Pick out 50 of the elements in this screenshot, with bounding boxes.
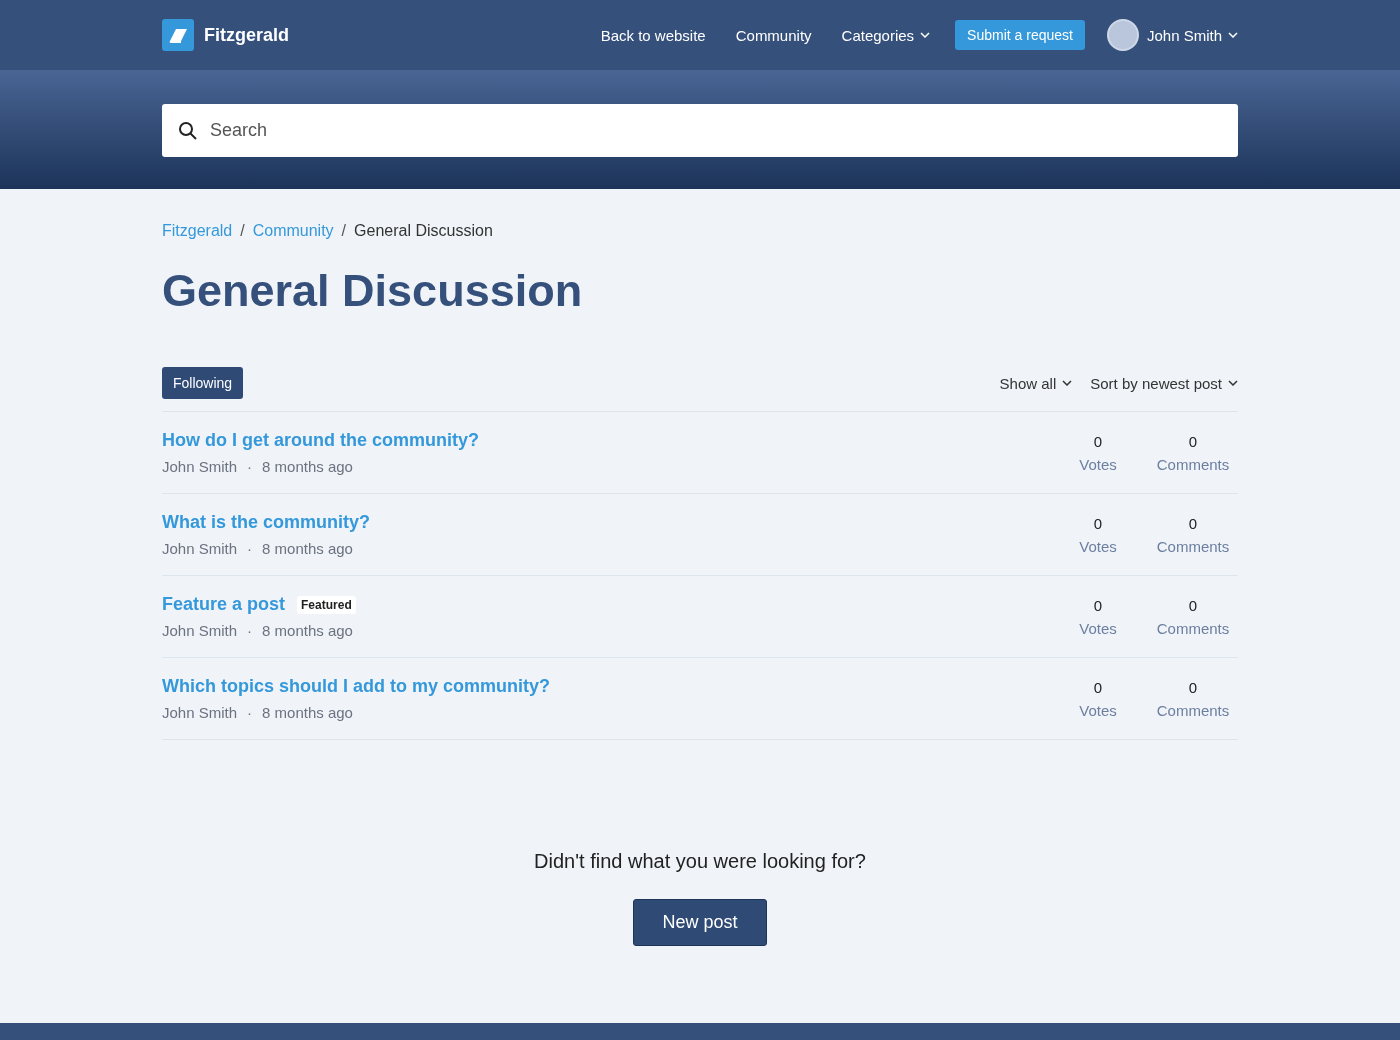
post-time: 8 months ago [262,704,353,721]
current-page-label: General Discussion [354,222,493,240]
votes-label: Votes [1079,537,1117,555]
avatar[interactable] [1106,19,1139,51]
search-icon [178,120,198,141]
chevron-down-icon [920,32,931,38]
following-button[interactable]: Following [162,367,244,399]
comments-label: Comments [1156,619,1230,637]
vote-count: 0 [1093,678,1103,696]
vote-count: 0 [1093,514,1103,532]
comments-label: Comments [1156,537,1230,555]
comments-label: Comments [1156,701,1230,719]
meta-separator: · [247,458,253,475]
comment-count: 0 [1188,432,1198,450]
chevron-down-icon [1062,380,1073,386]
post-time: 8 months ago [262,458,353,475]
comments-label: Comments [1156,455,1230,473]
search-field[interactable]: Search [162,104,1238,157]
votes-label: Votes [1079,619,1117,637]
votes-label: Votes [1079,701,1117,719]
prompt-text: Didn't find what you were looking for? [534,850,866,873]
breadcrumb-separator: / [341,222,347,240]
chevron-down-icon [1228,32,1238,38]
sort-dropdown[interactable]: Sort by newest post [1090,374,1238,392]
comment-count: 0 [1188,678,1198,696]
post-time: 8 months ago [262,622,353,639]
vote-count: 0 [1093,432,1103,450]
breadcrumb-separator: / [240,222,245,240]
brand-name[interactable]: Fitzgerald [204,24,289,46]
vote-count: 0 [1093,596,1103,614]
post-author: John Smith [162,622,238,639]
comment-count: 0 [1188,514,1198,532]
chevron-down-icon [1228,380,1238,386]
nav-dropdown[interactable]: Categories [841,26,931,44]
nav-link[interactable]: Community [735,26,812,44]
post-time: 8 months ago [262,540,353,557]
new-post-button[interactable]: New post [633,899,767,946]
votes-label: Votes [1079,455,1117,473]
featured-badge: Featured [297,595,356,614]
page-title: General Discussion [162,265,584,317]
post-author: John Smith [162,458,238,475]
post-author: John Smith [162,704,238,721]
filter-dropdown[interactable]: Show all [999,374,1073,392]
meta-separator: · [247,540,253,557]
nav-link[interactable]: Back to website [600,26,706,44]
meta-separator: · [247,704,253,721]
user-menu[interactable]: John Smith [1146,26,1238,44]
comment-count: 0 [1188,596,1198,614]
post-author: John Smith [162,540,238,557]
meta-separator: · [247,622,253,639]
